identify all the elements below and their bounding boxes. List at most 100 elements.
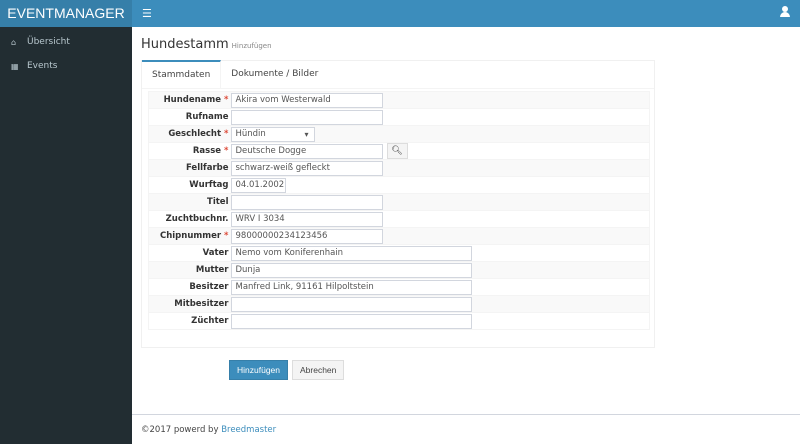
field-cell: 04.01.2002 xyxy=(230,176,650,194)
züchter-label: Züchter xyxy=(148,312,231,330)
fellfarbe-label: Fellfarbe xyxy=(148,159,231,177)
form-row: Fellfarbe schwarz-weiß gefleckt xyxy=(148,159,650,177)
form-row: Besitzer Manfred Link, 91161 Hilpoltstein xyxy=(148,278,650,296)
sidebar: ⌂ Übersicht ▦ Events xyxy=(0,27,132,444)
chipnummer-input[interactable]: 98000000234123456 xyxy=(230,228,383,244)
field-cell: Deutsche Dogge 🔍︎ xyxy=(230,142,650,160)
form-box: Stammdaten Dokumente / Bilder Hundename *… xyxy=(141,60,655,348)
hundename-input[interactable]: Akira vom Westerwald xyxy=(230,92,383,108)
form-row: Titel xyxy=(148,193,650,211)
page-title: Hundestamm Hinzufügen xyxy=(141,37,272,52)
main-content: Hundestamm Hinzufügen Stammdaten Dokument… xyxy=(132,27,800,444)
geschlecht-label: Geschlecht * xyxy=(148,125,231,143)
required-mark: * xyxy=(224,146,229,156)
field-cell: 98000000234123456 xyxy=(230,227,650,245)
label-text: Mutter xyxy=(195,265,229,275)
label-text: Züchter xyxy=(191,316,229,326)
zuchtbuchnr-input[interactable]: WRV I 3034 xyxy=(230,211,383,227)
field-cell: Nemo vom Koniferenhain xyxy=(230,244,650,262)
züchter-input[interactable] xyxy=(230,313,472,329)
required-mark: * xyxy=(224,129,229,139)
form-row: Rufname xyxy=(148,108,650,126)
form-row: Zuchtbuchnr. WRV I 3034 xyxy=(148,210,650,228)
sidebar-item-label: Übersicht xyxy=(27,37,70,47)
geschlecht-select[interactable]: Hündin xyxy=(230,126,315,142)
field-cell xyxy=(230,312,650,330)
sidebar-item-uebersicht[interactable]: ⌂ Übersicht xyxy=(0,30,132,54)
calendar-icon: ▦ xyxy=(11,61,19,71)
submit-button[interactable]: Hinzufügen xyxy=(229,360,289,380)
label-text: Besitzer xyxy=(189,282,229,292)
rasse-label: Rasse * xyxy=(148,142,231,160)
label-text: Fellfarbe xyxy=(185,163,229,173)
titel-label: Titel xyxy=(148,193,231,211)
mitbesitzer-label: Mitbesitzer xyxy=(148,295,231,313)
hundename-label: Hundename * xyxy=(148,91,231,109)
besitzer-input[interactable]: Manfred Link, 91161 Hilpoltstein xyxy=(230,279,472,295)
fellfarbe-input[interactable]: schwarz-weiß gefleckt xyxy=(230,160,383,176)
wurftag-label: Wurftag xyxy=(148,176,231,194)
field-cell xyxy=(230,108,650,126)
sidebar-item-events[interactable]: ▦ Events xyxy=(0,54,132,78)
mutter-input[interactable]: Dunja xyxy=(230,262,472,278)
vater-input[interactable]: Nemo vom Koniferenhain xyxy=(230,245,472,261)
rufname-input[interactable] xyxy=(230,109,383,125)
vater-label: Vater xyxy=(148,244,231,262)
field-cell: Hündin xyxy=(230,125,650,143)
brand-logo[interactable]: EVENTMANAGER xyxy=(0,0,132,27)
cancel-button[interactable]: Abrechen xyxy=(292,360,345,380)
form-row: Geschlecht * Hündin xyxy=(148,125,650,143)
wurftag-input[interactable]: 04.01.2002 xyxy=(230,177,286,193)
form-row: Wurftag 04.01.2002 xyxy=(148,176,650,194)
label-text: Zuchtbuchnr. xyxy=(165,214,229,224)
label-text: Rufname xyxy=(185,112,229,122)
form-row: Rasse * Deutsche Dogge 🔍︎ xyxy=(148,142,650,160)
label-text: Titel xyxy=(207,197,229,207)
search-button[interactable]: 🔍︎ xyxy=(386,143,408,159)
top-navbar: ☰ xyxy=(132,0,800,27)
titel-input[interactable] xyxy=(230,194,383,210)
field-cell: Dunja xyxy=(230,261,650,279)
sidebar-item-label: Events xyxy=(27,61,58,71)
search-icon: 🔍︎ xyxy=(391,146,403,156)
mitbesitzer-input[interactable] xyxy=(230,296,472,312)
tab-dokumente-bilder[interactable]: Dokumente / Bilder xyxy=(221,61,328,88)
home-icon: ⌂ xyxy=(11,37,17,47)
form-row: Chipnummer * 98000000234123456 xyxy=(148,227,650,245)
footer-link[interactable]: Breedmaster xyxy=(221,425,276,435)
rasse-input[interactable]: Deutsche Dogge xyxy=(230,143,383,159)
label-text: Mitbesitzer xyxy=(174,299,229,309)
mutter-label: Mutter xyxy=(148,261,231,279)
bars-icon[interactable]: ☰ xyxy=(142,7,152,20)
form-table: Hundename * Akira vom Westerwald Rufname Ges… xyxy=(148,91,650,330)
page-title-text: Hundestamm xyxy=(141,37,229,52)
label-text: Geschlecht xyxy=(168,129,222,139)
form-row: Züchter xyxy=(148,312,650,330)
form-row: Hundename * Akira vom Westerwald xyxy=(148,91,650,109)
footer: ©2017 powerd by Breedmaster xyxy=(132,414,800,444)
form-row: Vater Nemo vom Koniferenhain xyxy=(148,244,650,262)
required-mark: * xyxy=(224,231,229,241)
field-cell: Manfred Link, 91161 Hilpoltstein xyxy=(230,278,650,296)
field-cell xyxy=(230,295,650,313)
field-cell: Akira vom Westerwald xyxy=(230,91,650,109)
tab-stammdaten[interactable]: Stammdaten xyxy=(142,60,222,88)
label-text: Vater xyxy=(202,248,229,258)
page-subtitle: Hinzufügen xyxy=(231,42,272,50)
zuchtbuchnr-label: Zuchtbuchnr. xyxy=(148,210,231,228)
field-cell: schwarz-weiß gefleckt xyxy=(230,159,650,177)
besitzer-label: Besitzer xyxy=(148,278,231,296)
tab-bar: Stammdaten Dokumente / Bilder xyxy=(142,60,654,89)
label-text: Rasse xyxy=(192,146,222,156)
label-text: Chipnummer xyxy=(159,231,222,241)
required-mark: * xyxy=(224,95,229,105)
form-row: Mitbesitzer xyxy=(148,295,650,313)
rufname-label: Rufname xyxy=(148,108,231,126)
chipnummer-label: Chipnummer * xyxy=(148,227,231,245)
footer-text: ©2017 powerd by xyxy=(141,425,222,435)
user-icon[interactable] xyxy=(780,6,790,18)
label-text: Wurftag xyxy=(189,180,229,190)
field-cell: WRV I 3034 xyxy=(230,210,650,228)
field-cell xyxy=(230,193,650,211)
label-text: Hundename xyxy=(163,95,222,105)
